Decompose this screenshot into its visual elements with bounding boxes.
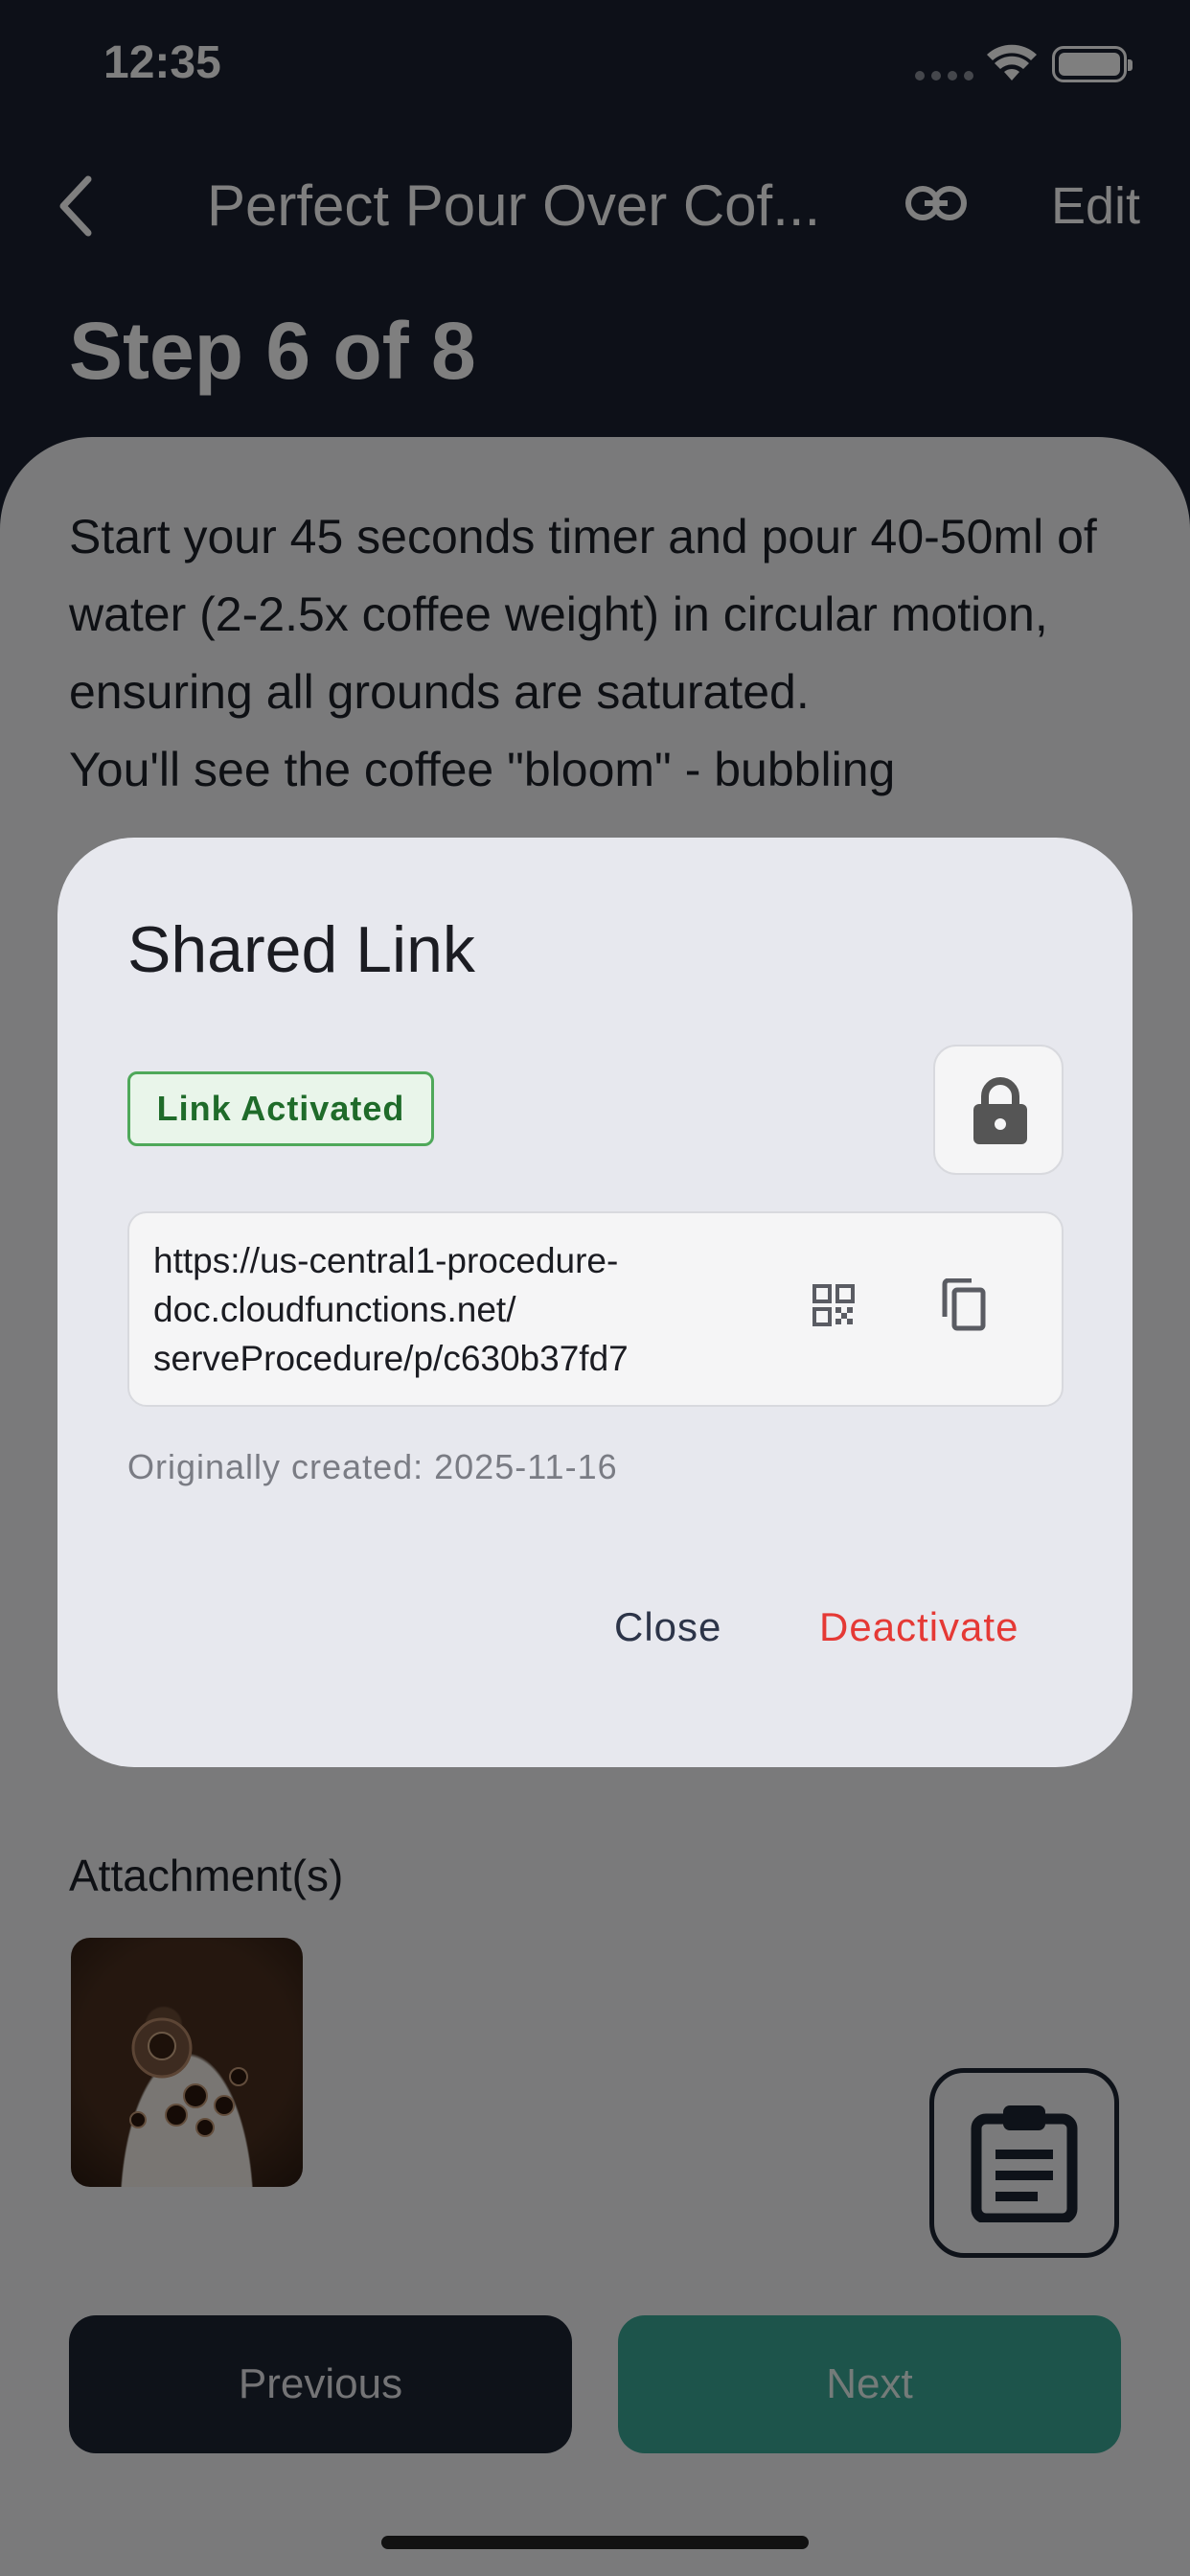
- home-indicator: [381, 2536, 809, 2549]
- link-status-badge: Link Activated: [127, 1071, 434, 1146]
- url-line: https://us-central1-procedure-: [153, 1241, 619, 1280]
- lock-icon: [973, 1077, 1027, 1144]
- deactivate-button[interactable]: Deactivate: [819, 1604, 1018, 1650]
- close-button[interactable]: Close: [614, 1604, 721, 1650]
- url-line: serveProcedure/p/c630b37fd7: [153, 1339, 629, 1378]
- created-date: Originally created: 2025-11-16: [127, 1447, 618, 1486]
- copy-icon[interactable]: [941, 1278, 987, 1332]
- shared-url-text: https://us-central1-procedure- doc.cloud…: [153, 1236, 728, 1383]
- dialog-title: Shared Link: [127, 913, 475, 986]
- url-line: doc.cloudfunctions.net/: [153, 1290, 516, 1329]
- qr-code-icon[interactable]: [812, 1284, 855, 1326]
- lock-button[interactable]: [933, 1045, 1064, 1175]
